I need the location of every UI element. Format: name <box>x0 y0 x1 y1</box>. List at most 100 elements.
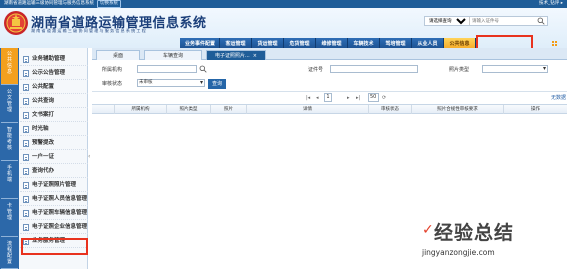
column-header[interactable]: 照片 <box>210 105 246 114</box>
menu-highlight-box <box>21 238 88 255</box>
query-button[interactable]: 查询 <box>208 79 226 89</box>
search-form: 所属机构 证件号 照片类型 审核状态 未审核 查询 <box>92 62 567 92</box>
document-icon <box>23 126 29 133</box>
sidebar-menu-item[interactable]: 预警提改 <box>20 137 88 150</box>
document-icon <box>23 224 29 231</box>
menu-item-label: 电子证照车辆信息管理 <box>32 210 88 216</box>
vtab-label: 手机端 <box>6 165 12 183</box>
menu-item-label: 电子证照企业信息管理 <box>32 224 88 230</box>
vtab-1[interactable]: 公文管理 <box>1 86 18 123</box>
document-icon <box>23 140 29 147</box>
sidebar-menu-item[interactable]: 查询代办 <box>20 165 88 178</box>
tab-0[interactable]: 桌面 <box>96 50 140 60</box>
tab-1[interactable]: 车辆查询 <box>144 50 202 60</box>
vtab-3[interactable]: 手机端 <box>1 162 18 199</box>
menu-item-label: 时光轴 <box>32 126 49 132</box>
column-header[interactable]: 详情 <box>246 105 368 114</box>
next-page-button[interactable]: ▸ <box>347 94 350 102</box>
document-icon <box>23 56 29 63</box>
column-header[interactable]: 照片类型 <box>166 105 210 114</box>
photo-type-label: 照片类型 <box>449 67 470 73</box>
header: 湖南省道路运输管理信息系统 湖 南 省 道 路 运 输 三 级 协 同 管 理 … <box>0 8 567 53</box>
document-icon <box>23 112 29 119</box>
document-icon <box>23 154 29 161</box>
column-header[interactable]: 照片合规性审核要求 <box>411 105 503 114</box>
menu-item-label: 一户一证 <box>32 154 55 160</box>
app-subtitle: 湖 南 省 道 路 运 输 三 级 协 同 管 理 与 服 务 信 息 系 统 … <box>31 28 146 33</box>
menu-item-label: 公示公告管理 <box>32 70 66 76</box>
menu-item-label: 文书案打 <box>32 112 55 118</box>
sidebar: 公共信息 公文管理 智能考核 手机端 卡管理 流程配置 业务辅助管理 公示公告管理 公共配置公… <box>0 48 88 269</box>
close-icon[interactable]: × <box>253 53 257 59</box>
tab-bar: 桌面 车辆查询 电子证照照片... × <box>92 48 567 60</box>
vtab-label: 智能考核 <box>6 127 12 151</box>
search-icon[interactable] <box>537 17 545 25</box>
vtab-label: 卡管理 <box>6 203 12 221</box>
document-icon <box>23 182 29 189</box>
sidebar-menu-item[interactable]: 电子证照企业信息管理 <box>20 221 88 234</box>
sidebar-menu-item[interactable]: 公共配置 <box>20 81 88 94</box>
cert-label: 证件号 <box>308 67 324 73</box>
document-icon <box>23 70 29 77</box>
checkmark-icon: ✓ <box>422 222 434 238</box>
apps-grid-icon[interactable] <box>552 41 558 47</box>
audit-status-select[interactable]: 未审核 <box>137 79 205 87</box>
first-page-button[interactable]: |◂ <box>306 94 310 102</box>
system-title: 湖南省道路运输三级协同管理与服务信息系统 切换系统 <box>4 0 121 8</box>
menu-item-label: 查询代办 <box>32 168 55 174</box>
sidebar-menu-item[interactable]: 公示公告管理 <box>20 67 88 80</box>
sidebar-menu-item[interactable]: 业务辅助管理 <box>20 53 88 66</box>
pagination: |◂ ◂ 1 ▸ ▸| 50 ⟳ 无数据 <box>92 93 567 103</box>
switch-system-button[interactable]: 切换系统 <box>97 0 121 8</box>
sidebar-menu-item[interactable]: 时光轴 <box>20 123 88 136</box>
vtab-label: 流程配置 <box>6 241 12 265</box>
sidebar-menu-item[interactable]: 一户一证 <box>20 151 88 164</box>
vtab-label: 公共信息 <box>6 51 12 75</box>
column-header[interactable]: 操作 <box>503 105 567 114</box>
prev-page-button[interactable]: ◂ <box>316 94 319 102</box>
menu-item-label: 预警提改 <box>32 140 55 146</box>
vtab-5[interactable]: 流程配置 <box>1 238 18 269</box>
document-icon <box>23 84 29 91</box>
tab-2[interactable]: 电子证照照片... × <box>206 50 266 60</box>
org-field[interactable] <box>137 65 197 73</box>
sidebar-vertical-tabs: 公共信息公文管理智能考核手机端卡管理流程配置 <box>0 48 19 269</box>
refresh-icon[interactable]: ⟳ <box>382 94 386 102</box>
org-label: 所属机构 <box>102 67 123 73</box>
vtab-2[interactable]: 智能考核 <box>1 124 18 161</box>
watermark-url: jingyanzongjie.com <box>422 248 495 257</box>
tab-label: 电子证照照片... <box>215 53 250 59</box>
search-scope-select[interactable]: 请选择查询 <box>425 17 470 25</box>
table-header: 所属机构 照片类型 照片 详情 审核状态 照片合规性审核要求 操作 <box>92 104 567 114</box>
menu-item-label: 业务辅助管理 <box>32 56 66 62</box>
vtab-label: 公文管理 <box>6 89 12 113</box>
document-icon <box>23 168 29 175</box>
column-header[interactable]: 所属机构 <box>114 105 166 114</box>
cert-number-field[interactable] <box>330 65 418 73</box>
user-menu[interactable]: 技术_钻评 ▸ <box>539 0 563 8</box>
audit-status-label: 审核状态 <box>102 81 123 87</box>
page-size-select[interactable]: 50 <box>368 93 379 102</box>
search-input[interactable] <box>472 17 537 25</box>
menu-item-label: 电子证照照片管理 <box>32 182 77 188</box>
page-number-input[interactable]: 1 <box>324 93 332 102</box>
sidebar-menu-item[interactable]: 电子证照照片管理 <box>20 179 88 192</box>
no-data-text: 无数据 <box>550 95 566 101</box>
sidebar-menu-item[interactable]: 电子证照车辆信息管理 <box>20 207 88 220</box>
vtab-4[interactable]: 卡管理 <box>1 200 18 237</box>
document-icon <box>23 98 29 105</box>
menu-item-label: 公共查询 <box>32 98 55 104</box>
vtab-0[interactable]: 公共信息 <box>1 48 18 85</box>
column-header[interactable]: 审核状态 <box>368 105 411 114</box>
menu-item-label: 电子证照人员信息管理 <box>32 196 88 202</box>
last-page-button[interactable]: ▸| <box>356 94 360 102</box>
sidebar-menu-item[interactable]: 公共查询 <box>20 95 88 108</box>
document-icon <box>23 210 29 217</box>
sidebar-menu-item[interactable]: 电子证照人员信息管理 <box>20 193 88 206</box>
sidebar-menu-item[interactable]: 文书案打 <box>20 109 88 122</box>
menu-item-label: 公共配置 <box>32 84 55 90</box>
photo-type-select[interactable] <box>482 65 548 73</box>
watermark-text: 经验总结 <box>434 222 515 244</box>
search-icon[interactable] <box>199 65 207 73</box>
document-icon <box>23 196 29 203</box>
